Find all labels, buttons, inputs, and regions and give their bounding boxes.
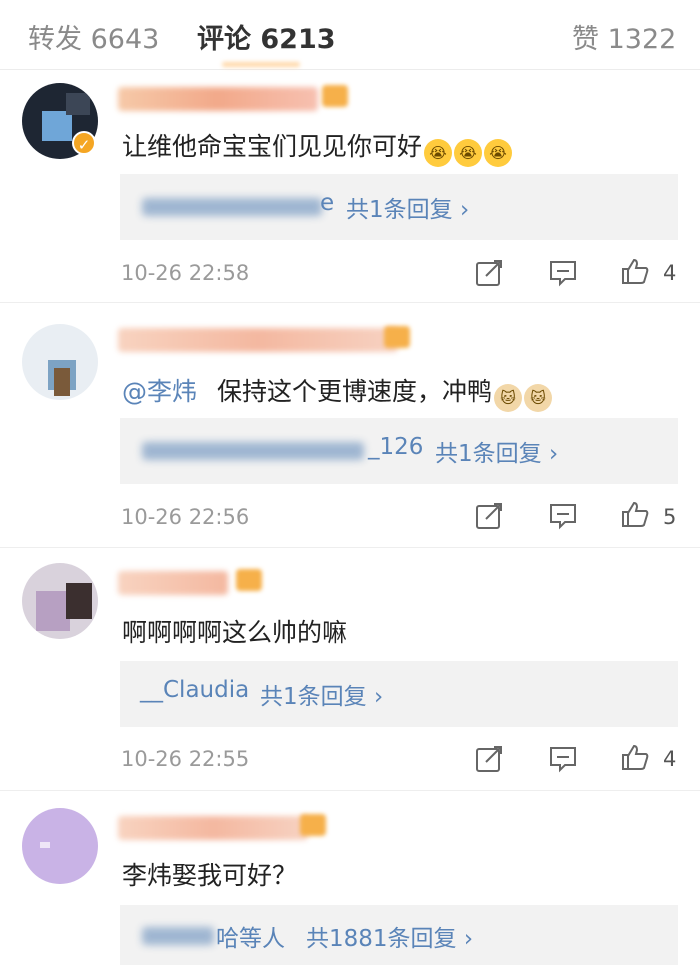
cat-emoji-icon: 🐱 <box>494 384 523 412</box>
like-count: 4 <box>663 747 677 771</box>
reply-user-name: e <box>320 190 335 216</box>
comment-item: 啊啊啊啊这么帅的嘛 __Claudia 共1条回复 › 10-26 22:55 … <box>0 549 700 791</box>
reply-user-name: 哈等人 <box>216 926 285 952</box>
cat-emoji-icon: 🐱 <box>524 384 553 412</box>
reply-preview[interactable]: _126 共1条回复 › <box>120 418 678 484</box>
reply-count-link[interactable]: 共1881条回复 › <box>306 919 473 953</box>
member-badge-icon <box>384 326 410 348</box>
tab-repost[interactable]: 转发 6643 <box>28 17 159 56</box>
mention-link[interactable]: @李炜 <box>122 377 197 406</box>
comment-text: 让维他命宝宝们见见你可好 😭 😭 😭 <box>122 127 513 167</box>
comment-item: 李炜娶我可好？ 哈等人 共1881条回复 › <box>0 792 700 965</box>
comment-tabs: 转发 6643 评论 6213 赞 1322 <box>0 0 700 70</box>
like-icon[interactable] <box>620 256 650 286</box>
member-badge-icon <box>236 569 262 591</box>
username-blurred[interactable] <box>118 87 318 111</box>
comment-text: @李炜 保持这个更博速度，冲鸭 🐱 🐱 <box>122 372 553 412</box>
comment-text: 啊啊啊啊这么帅的嘛 <box>122 618 348 647</box>
comment-item: @李炜 保持这个更博速度，冲鸭 🐱 🐱 _126 共1条回复 › 10-26 22:5… <box>0 304 700 548</box>
avatar[interactable] <box>22 808 98 884</box>
reply-user-name: _126 <box>368 434 424 460</box>
avatar[interactable] <box>22 324 98 400</box>
crying-emoji-icon: 😭 <box>484 139 513 167</box>
reply-preview[interactable]: __Claudia 共1条回复 › <box>120 661 678 727</box>
member-badge-icon <box>322 85 348 107</box>
reply-user-blurred <box>142 927 214 945</box>
share-icon[interactable] <box>474 501 504 531</box>
reply-count-link[interactable]: 共1条回复 › <box>260 677 383 711</box>
like-count: 5 <box>663 505 677 529</box>
username-blurred[interactable] <box>118 571 228 595</box>
comment-text: 李炜娶我可好？ <box>122 861 298 890</box>
tab-comments[interactable]: 评论 6213 <box>197 17 336 56</box>
reply-user-blurred <box>142 442 364 460</box>
verified-badge-icon: ✓ <box>72 131 96 155</box>
comment-time: 10-26 22:56 <box>121 505 250 529</box>
tab-indicator <box>222 62 300 67</box>
reply-count-link[interactable]: 共1条回复 › <box>346 190 469 224</box>
username-blurred[interactable] <box>118 816 308 840</box>
reply-user-name[interactable]: __Claudia <box>140 677 249 703</box>
reply-count-link[interactable]: 共1条回复 › <box>435 434 558 468</box>
username-blurred[interactable] <box>118 328 398 352</box>
like-count: 4 <box>663 261 677 285</box>
comment-time: 10-26 22:58 <box>121 261 250 285</box>
avatar[interactable] <box>22 563 98 639</box>
like-icon[interactable] <box>620 742 650 772</box>
tab-likes[interactable]: 赞 1322 <box>572 17 676 56</box>
comment-time: 10-26 22:55 <box>121 747 250 771</box>
comment-icon[interactable] <box>548 744 578 774</box>
member-badge-icon <box>300 814 326 836</box>
comment-icon[interactable] <box>548 258 578 288</box>
reply-preview[interactable]: 哈等人 共1881条回复 › <box>120 905 678 965</box>
reply-user-blurred <box>142 198 322 216</box>
comment-item: ✓ 让维他命宝宝们见见你可好 😭 😭 😭 e 共1条回复 › 10-26 22:58 … <box>0 71 700 303</box>
comment-icon[interactable] <box>548 501 578 531</box>
reply-preview[interactable]: e 共1条回复 › <box>120 174 678 240</box>
share-icon[interactable] <box>474 744 504 774</box>
like-icon[interactable] <box>620 499 650 529</box>
crying-emoji-icon: 😭 <box>424 139 453 167</box>
crying-emoji-icon: 😭 <box>454 139 483 167</box>
share-icon[interactable] <box>474 258 504 288</box>
